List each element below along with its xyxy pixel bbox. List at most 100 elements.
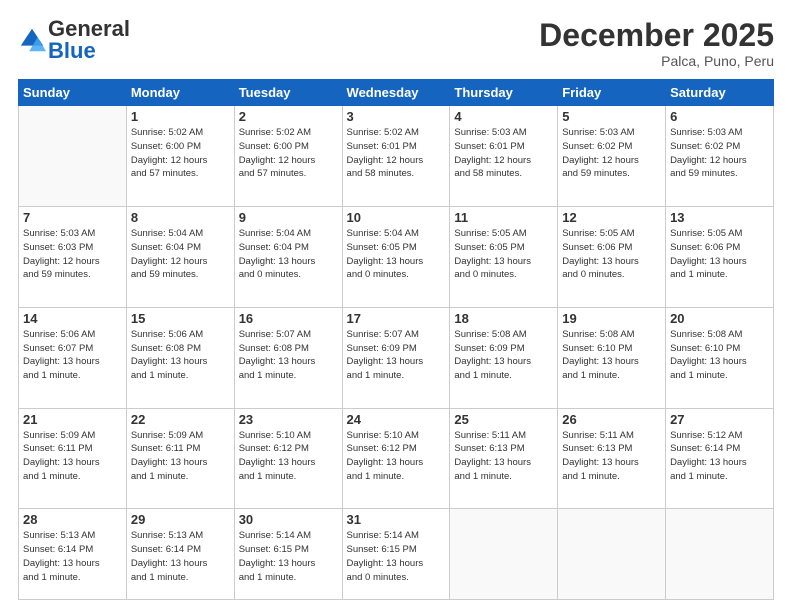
day-info: Sunrise: 5:02 AMSunset: 6:00 PMDaylight:… (131, 126, 230, 181)
day-number: 28 (23, 512, 122, 527)
logo-text: General Blue (48, 18, 130, 62)
calendar-cell: 24 Sunrise: 5:10 AMSunset: 6:12 PMDayligh… (342, 408, 450, 509)
calendar-cell (558, 509, 666, 600)
day-info: Sunrise: 5:11 AMSunset: 6:13 PMDaylight:… (454, 429, 553, 484)
calendar-cell: 7 Sunrise: 5:03 AMSunset: 6:03 PMDaylight… (19, 206, 127, 307)
day-info: Sunrise: 5:11 AMSunset: 6:13 PMDaylight:… (562, 429, 661, 484)
day-number: 27 (670, 412, 769, 427)
day-info: Sunrise: 5:08 AMSunset: 6:10 PMDaylight:… (670, 328, 769, 383)
day-info: Sunrise: 5:03 AMSunset: 6:02 PMDaylight:… (562, 126, 661, 181)
day-number: 9 (239, 210, 338, 225)
month-title: December 2025 (539, 18, 774, 53)
day-number: 31 (347, 512, 446, 527)
calendar-week-row: 21 Sunrise: 5:09 AMSunset: 6:11 PMDayligh… (19, 408, 774, 509)
day-number: 20 (670, 311, 769, 326)
calendar-cell: 30 Sunrise: 5:14 AMSunset: 6:15 PMDayligh… (234, 509, 342, 600)
day-number: 10 (347, 210, 446, 225)
calendar-week-row: 1 Sunrise: 5:02 AMSunset: 6:00 PMDaylight… (19, 106, 774, 207)
day-info: Sunrise: 5:04 AMSunset: 6:04 PMDaylight:… (239, 227, 338, 282)
day-info: Sunrise: 5:07 AMSunset: 6:08 PMDaylight:… (239, 328, 338, 383)
calendar-cell: 1 Sunrise: 5:02 AMSunset: 6:00 PMDaylight… (126, 106, 234, 207)
calendar-cell (666, 509, 774, 600)
calendar-cell: 21 Sunrise: 5:09 AMSunset: 6:11 PMDayligh… (19, 408, 127, 509)
day-info: Sunrise: 5:10 AMSunset: 6:12 PMDaylight:… (347, 429, 446, 484)
calendar-cell: 18Sunrise: 5:08 AMSunset: 6:09 PMDayligh… (450, 307, 558, 408)
day-info: Sunrise: 5:05 AMSunset: 6:06 PMDaylight:… (670, 227, 769, 282)
calendar-cell: 9 Sunrise: 5:04 AMSunset: 6:04 PMDaylight… (234, 206, 342, 307)
day-info: Sunrise: 5:10 AMSunset: 6:12 PMDaylight:… (239, 429, 338, 484)
day-info: Sunrise: 5:05 AMSunset: 6:05 PMDaylight:… (454, 227, 553, 282)
calendar-cell: 28Sunrise: 5:13 AMSunset: 6:14 PMDayligh… (19, 509, 127, 600)
calendar-cell (450, 509, 558, 600)
day-number: 8 (131, 210, 230, 225)
day-info: Sunrise: 5:02 AMSunset: 6:00 PMDaylight:… (239, 126, 338, 181)
calendar-cell: 14 Sunrise: 5:06 AMSunset: 6:07 PMDayligh… (19, 307, 127, 408)
day-info: Sunrise: 5:13 AMSunset: 6:14 PMDaylight:… (131, 529, 230, 584)
logo-icon (18, 26, 46, 54)
day-info: Sunrise: 5:03 AMSunset: 6:03 PMDaylight:… (23, 227, 122, 282)
day-number: 23 (239, 412, 338, 427)
calendar-header-row: SundayMondayTuesdayWednesdayThursdayFrid… (19, 80, 774, 106)
day-info: Sunrise: 5:06 AMSunset: 6:07 PMDaylight:… (23, 328, 122, 383)
day-number: 5 (562, 109, 661, 124)
day-number: 24 (347, 412, 446, 427)
day-info: Sunrise: 5:08 AMSunset: 6:09 PMDaylight:… (454, 328, 553, 383)
day-info: Sunrise: 5:03 AMSunset: 6:02 PMDaylight:… (670, 126, 769, 181)
calendar-table: SundayMondayTuesdayWednesdayThursdayFrid… (18, 79, 774, 600)
day-number: 26 (562, 412, 661, 427)
day-header-wednesday: Wednesday (342, 80, 450, 106)
day-number: 3 (347, 109, 446, 124)
day-header-saturday: Saturday (666, 80, 774, 106)
day-number: 25 (454, 412, 553, 427)
day-number: 22 (131, 412, 230, 427)
calendar-cell: 6Sunrise: 5:03 AMSunset: 6:02 PMDaylight… (666, 106, 774, 207)
logo-blue-text: Blue (48, 38, 96, 63)
day-info: Sunrise: 5:08 AMSunset: 6:10 PMDaylight:… (562, 328, 661, 383)
day-info: Sunrise: 5:04 AMSunset: 6:04 PMDaylight:… (131, 227, 230, 282)
day-number: 29 (131, 512, 230, 527)
calendar-cell: 10 Sunrise: 5:04 AMSunset: 6:05 PMDayligh… (342, 206, 450, 307)
day-info: Sunrise: 5:02 AMSunset: 6:01 PMDaylight:… (347, 126, 446, 181)
day-info: Sunrise: 5:12 AMSunset: 6:14 PMDaylight:… (670, 429, 769, 484)
day-number: 7 (23, 210, 122, 225)
calendar-cell: 12Sunrise: 5:05 AMSunset: 6:06 PMDayligh… (558, 206, 666, 307)
header: General Blue December 2025 Palca, Puno, … (18, 18, 774, 69)
calendar-week-row: 7 Sunrise: 5:03 AMSunset: 6:03 PMDaylight… (19, 206, 774, 307)
day-info: Sunrise: 5:09 AMSunset: 6:11 PMDaylight:… (131, 429, 230, 484)
day-header-monday: Monday (126, 80, 234, 106)
day-number: 19 (562, 311, 661, 326)
calendar-cell: 26 Sunrise: 5:11 AMSunset: 6:13 PMDayligh… (558, 408, 666, 509)
calendar-cell: 31 Sunrise: 5:14 AMSunset: 6:15 PMDayligh… (342, 509, 450, 600)
calendar-cell (19, 106, 127, 207)
day-header-friday: Friday (558, 80, 666, 106)
day-number: 1 (131, 109, 230, 124)
calendar-cell: 25 Sunrise: 5:11 AMSunset: 6:13 PMDayligh… (450, 408, 558, 509)
calendar-cell: 2 Sunrise: 5:02 AMSunset: 6:00 PMDaylight… (234, 106, 342, 207)
day-info: Sunrise: 5:06 AMSunset: 6:08 PMDaylight:… (131, 328, 230, 383)
calendar-cell: 23 Sunrise: 5:10 AMSunset: 6:12 PMDayligh… (234, 408, 342, 509)
day-number: 12 (562, 210, 661, 225)
day-info: Sunrise: 5:09 AMSunset: 6:11 PMDaylight:… (23, 429, 122, 484)
day-number: 14 (23, 311, 122, 326)
calendar-cell: 17 Sunrise: 5:07 AMSunset: 6:09 PMDayligh… (342, 307, 450, 408)
calendar-cell: 29 Sunrise: 5:13 AMSunset: 6:14 PMDayligh… (126, 509, 234, 600)
calendar-cell: 19 Sunrise: 5:08 AMSunset: 6:10 PMDayligh… (558, 307, 666, 408)
calendar-cell: 16Sunrise: 5:07 AMSunset: 6:08 PMDayligh… (234, 307, 342, 408)
calendar-cell: 11 Sunrise: 5:05 AMSunset: 6:05 PMDayligh… (450, 206, 558, 307)
location: Palca, Puno, Peru (539, 53, 774, 69)
day-info: Sunrise: 5:04 AMSunset: 6:05 PMDaylight:… (347, 227, 446, 282)
day-number: 30 (239, 512, 338, 527)
calendar-cell: 5 Sunrise: 5:03 AMSunset: 6:02 PMDaylight… (558, 106, 666, 207)
day-number: 2 (239, 109, 338, 124)
logo: General Blue (18, 18, 130, 62)
page: General Blue December 2025 Palca, Puno, … (0, 0, 792, 612)
day-header-sunday: Sunday (19, 80, 127, 106)
day-info: Sunrise: 5:14 AMSunset: 6:15 PMDaylight:… (347, 529, 446, 584)
day-number: 17 (347, 311, 446, 326)
day-info: Sunrise: 5:07 AMSunset: 6:09 PMDaylight:… (347, 328, 446, 383)
day-info: Sunrise: 5:14 AMSunset: 6:15 PMDaylight:… (239, 529, 338, 584)
calendar-cell: 27 Sunrise: 5:12 AMSunset: 6:14 PMDayligh… (666, 408, 774, 509)
day-number: 11 (454, 210, 553, 225)
day-number: 21 (23, 412, 122, 427)
calendar-week-row: 14 Sunrise: 5:06 AMSunset: 6:07 PMDayligh… (19, 307, 774, 408)
